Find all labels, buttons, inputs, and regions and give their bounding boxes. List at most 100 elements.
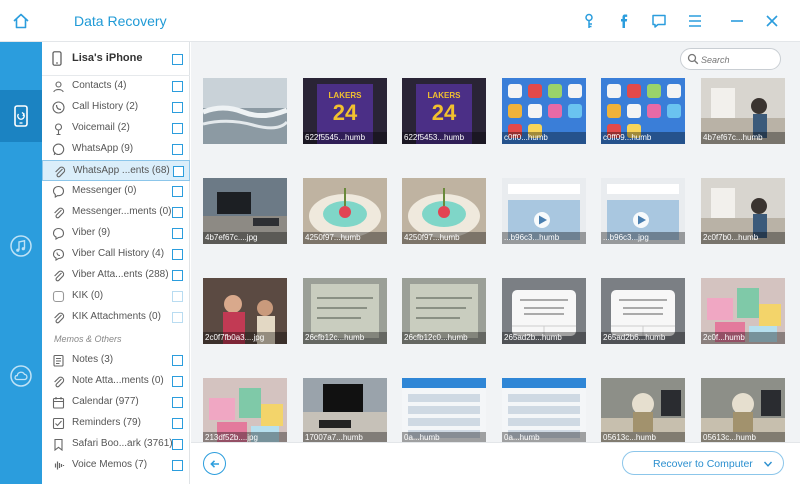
device-row[interactable]: Lisa's iPhone xyxy=(42,42,190,76)
search-box[interactable] xyxy=(680,48,781,70)
category-item[interactable]: WhatsApp (9) xyxy=(42,139,190,160)
category-label: Viber Call History (4) xyxy=(72,248,165,259)
photo-thumbnail[interactable]: 05613c...humb xyxy=(701,378,785,442)
photo-thumbnail[interactable] xyxy=(203,78,287,144)
attachment-icon xyxy=(54,207,65,219)
category-checkbox[interactable] xyxy=(172,439,183,450)
category-checkbox[interactable] xyxy=(172,144,183,155)
category-checkbox[interactable] xyxy=(172,123,183,134)
photo-thumbnail[interactable]: 4250f97...humb xyxy=(402,178,486,244)
feedback-button[interactable] xyxy=(650,12,668,30)
photo-thumbnail[interactable]: 26cfb12c0...humb xyxy=(402,278,486,344)
category-item[interactable]: Messenger (0) xyxy=(42,181,190,202)
category-item[interactable]: Safari Boo...ark (3761) xyxy=(42,434,190,455)
category-item[interactable]: Viber (9) xyxy=(42,223,190,244)
category-checkbox[interactable] xyxy=(172,418,183,429)
category-checkbox[interactable] xyxy=(172,376,183,387)
calendar-icon xyxy=(52,397,65,409)
chat-bubble-icon xyxy=(652,14,666,28)
close-button[interactable] xyxy=(763,12,781,30)
category-checkbox[interactable] xyxy=(172,81,183,92)
category-checkbox[interactable] xyxy=(172,291,183,302)
photo-thumbnail[interactable]: c0ff09...humb xyxy=(601,78,685,144)
search-input[interactable] xyxy=(701,52,777,67)
category-item[interactable]: Call History (2) xyxy=(42,97,190,118)
photo-thumbnail[interactable]: ...b96c3...jpg xyxy=(601,178,685,244)
select-all-checkbox[interactable] xyxy=(172,54,183,65)
photo-thumbnail[interactable]: 0a...humb xyxy=(502,378,586,442)
facebook-button[interactable] xyxy=(615,12,633,30)
category-item[interactable]: Reminders (79) xyxy=(42,413,190,434)
photo-thumbnail[interactable]: 24 LAKERS 622f5453...humb xyxy=(402,78,486,144)
photo-thumbnail[interactable]: 17007a7...humb xyxy=(303,378,387,442)
category-checkbox[interactable] xyxy=(172,186,183,197)
reminders-icon xyxy=(52,417,65,430)
thumbnail-image xyxy=(203,78,287,144)
category-checkbox[interactable] xyxy=(172,270,183,281)
photo-thumbnail[interactable]: 265ad2b...humb xyxy=(502,278,586,344)
category-checkbox[interactable] xyxy=(172,207,183,218)
category-checkbox[interactable] xyxy=(172,460,183,471)
photo-thumbnail[interactable]: 2c0f7fb0a3....jpg xyxy=(203,278,287,344)
photo-thumbnail[interactable]: 4b7ef67c....jpg xyxy=(203,178,287,244)
thumbnail-caption: c0ff09...humb xyxy=(601,132,685,144)
category-checkbox[interactable] xyxy=(172,312,183,323)
title-bar: Data Recovery xyxy=(0,0,800,42)
category-item[interactable]: KIK (0) xyxy=(42,286,190,307)
photo-thumbnail[interactable]: 26cfb12c...humb xyxy=(303,278,387,344)
svg-text:LAKERS: LAKERS xyxy=(428,91,462,100)
category-item[interactable]: Notes (3) xyxy=(42,350,190,371)
minimize-button[interactable] xyxy=(728,12,746,30)
photo-thumbnail[interactable]: 0a...humb xyxy=(402,378,486,442)
photo-thumbnail[interactable]: c0ff0...humb xyxy=(502,78,586,144)
category-item[interactable]: Note Atta...ments (0) xyxy=(42,371,190,392)
category-checkbox[interactable] xyxy=(172,355,183,366)
thumbnail-caption: 26cfb12c0...humb xyxy=(402,332,486,344)
thumbnail-caption: ...b96c3...jpg xyxy=(601,232,685,244)
contact-icon xyxy=(53,81,64,93)
preview-area: 24LAKERS622f5545...humb24LAKERS622f5453.… xyxy=(191,42,800,442)
menu-button[interactable] xyxy=(686,12,704,30)
photo-thumbnail[interactable]: 2c0f7b0...humb xyxy=(701,178,785,244)
recover-to-computer-button[interactable]: Recover to Computer xyxy=(622,451,784,475)
attachment-icon xyxy=(55,166,66,178)
photo-thumbnail[interactable]: 4250f97...humb xyxy=(303,178,387,244)
category-checkbox[interactable] xyxy=(172,228,183,239)
key-button[interactable] xyxy=(580,12,598,30)
category-checkbox[interactable] xyxy=(172,249,183,260)
photo-thumbnail[interactable]: 24 LAKERS 622f5545...humb xyxy=(303,78,387,144)
category-label: Reminders (79) xyxy=(72,417,141,428)
photo-thumbnail[interactable]: 2c0f...humb xyxy=(701,278,785,344)
recover-from-itunes-mode[interactable] xyxy=(0,220,42,272)
category-item[interactable]: Contacts (4) xyxy=(42,76,190,97)
photo-thumbnail[interactable]: 05613c...humb xyxy=(601,378,685,442)
home-button[interactable] xyxy=(0,0,42,42)
category-item[interactable]: KIK Attachments (0) xyxy=(42,307,190,328)
category-item[interactable]: Voicemail (2) xyxy=(42,118,190,139)
photo-thumbnail[interactable]: 4b7ef67c...humb xyxy=(701,78,785,144)
category-checkbox[interactable] xyxy=(172,102,183,113)
back-button[interactable] xyxy=(203,452,226,475)
recover-from-device-mode[interactable] xyxy=(0,90,42,142)
thumbnail-caption: 622f5545...humb xyxy=(303,132,387,144)
category-item[interactable]: Calendar (977) xyxy=(42,392,190,413)
photo-thumbnail[interactable]: 213df52b....jpg xyxy=(203,378,287,442)
thumbnail-caption: 26cfb12c...humb xyxy=(303,332,387,344)
category-item[interactable]: WhatsApp ...ents (68) xyxy=(42,160,190,181)
category-label: Contacts (4) xyxy=(72,80,127,91)
notes-icon xyxy=(53,354,64,367)
whatsapp-icon xyxy=(52,143,65,156)
category-checkbox[interactable] xyxy=(173,166,184,177)
photo-thumbnail[interactable]: 265ad2b6...humb xyxy=(601,278,685,344)
attachment-icon xyxy=(54,376,65,388)
category-item[interactable]: Viber Atta...ents (288) xyxy=(42,265,190,286)
category-item[interactable]: Messenger...ments (0) xyxy=(42,202,190,223)
recover-from-icloud-mode[interactable] xyxy=(0,350,42,402)
photo-thumbnail[interactable]: ...b96c3...humb xyxy=(502,178,586,244)
icloud-icon xyxy=(10,365,32,387)
chevron-down-icon[interactable] xyxy=(763,459,773,469)
category-item[interactable]: Viber Call History (4) xyxy=(42,244,190,265)
category-checkbox[interactable] xyxy=(172,397,183,408)
app-window: Data Recovery Lisa's iPhone Contacts (4)… xyxy=(0,0,800,484)
category-item[interactable]: Voice Memos (7) xyxy=(42,455,190,476)
